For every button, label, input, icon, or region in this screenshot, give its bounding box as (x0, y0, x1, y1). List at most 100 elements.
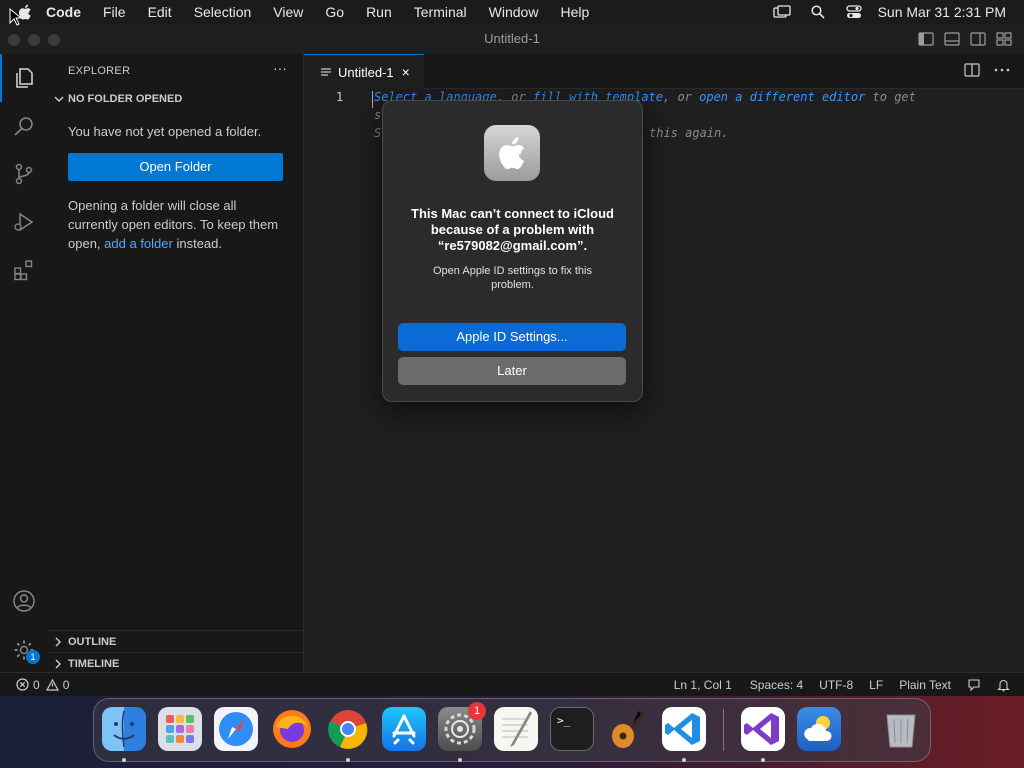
chevron-right-icon (55, 637, 61, 647)
source-control-icon[interactable] (12, 162, 36, 186)
split-editor-icon[interactable] (964, 63, 980, 77)
cursor-position[interactable]: Ln 1, Col 1 (674, 678, 732, 692)
info-text-end: instead. (176, 236, 223, 251)
timeline-label: TIMELINE (68, 658, 120, 670)
chevron-right-icon (55, 659, 61, 669)
system-settings-running-dot (458, 758, 462, 762)
editor-tab-bar: Untitled-1 × (304, 54, 1024, 89)
textedit-icon[interactable] (494, 707, 538, 751)
hint-separator-2: , or (663, 90, 700, 104)
system-settings-badge: 1 (468, 702, 486, 720)
activity-bar: 1 (0, 54, 48, 676)
mouse-pointer-icon (9, 8, 21, 26)
visual-studio-icon[interactable] (741, 707, 785, 751)
open-different-editor-link[interactable]: open a different editor (699, 90, 865, 104)
spotlight-search-icon[interactable] (808, 4, 828, 20)
language-mode[interactable]: Plain Text (899, 678, 951, 692)
garageband-icon[interactable] (606, 707, 650, 751)
notifications-bell-icon[interactable] (997, 678, 1010, 692)
line-number: 1 (336, 90, 344, 104)
menu-go[interactable]: Go (325, 4, 344, 20)
control-center-icon[interactable] (844, 4, 864, 20)
error-icon (16, 678, 29, 691)
tab-label: Untitled-1 (338, 64, 394, 80)
finder-running-dot (122, 758, 126, 762)
trash-icon[interactable] (879, 707, 923, 751)
finder-icon[interactable] (102, 707, 146, 751)
app-store-icon[interactable] (382, 707, 426, 751)
vscode-icon[interactable] (662, 707, 706, 751)
open-folder-button[interactable]: Open Folder (68, 153, 283, 181)
menu-run[interactable]: Run (366, 4, 392, 20)
encoding[interactable]: UTF-8 (819, 678, 853, 692)
vscode-running-dot (682, 758, 686, 762)
toggle-primary-sidebar-icon[interactable] (918, 32, 934, 46)
text-cursor (372, 91, 373, 108)
macos-menu-bar: Code File Edit Selection View Go Run Ter… (0, 0, 1024, 24)
toggle-panel-icon[interactable] (944, 32, 960, 46)
status-bar: 0 0 Ln 1, Col 1 Spaces: 4 UTF-8 LF Plain… (0, 672, 1024, 696)
extensions-icon[interactable] (12, 258, 36, 282)
dock: 1 >_ (93, 698, 931, 762)
weather-icon[interactable] (797, 707, 841, 751)
menu-view[interactable]: View (273, 4, 303, 20)
menu-terminal[interactable]: Terminal (414, 4, 467, 20)
visual-studio-running-dot (761, 758, 765, 762)
warning-icon (45, 678, 59, 691)
icloud-alert-dialog: This Mac can’t connect to iCloud because… (382, 100, 643, 402)
error-count: 0 (33, 677, 40, 692)
info-text-start: Opening a folder will close all currentl… (68, 198, 279, 251)
add-folder-link[interactable]: add a folder (104, 236, 173, 251)
editor-hint-line-3-start: S (374, 126, 382, 140)
toggle-secondary-sidebar-icon[interactable] (970, 32, 986, 46)
warning-count: 0 (62, 677, 70, 692)
problems-status[interactable]: 0 0 (16, 678, 69, 692)
menu-help[interactable]: Help (560, 4, 589, 20)
chevron-down-icon (54, 96, 64, 102)
accounts-icon[interactable] (12, 589, 36, 613)
window-title: Untitled-1 (484, 31, 540, 46)
safari-icon[interactable] (214, 707, 258, 751)
more-actions-icon[interactable] (994, 68, 1010, 72)
menu-file[interactable]: File (103, 4, 126, 20)
dialog-title: This Mac can’t connect to iCloud because… (411, 206, 614, 253)
apple-id-settings-button[interactable]: Apple ID Settings... (398, 323, 626, 351)
outline-section-header[interactable]: OUTLINE (48, 630, 303, 653)
terminal-icon[interactable]: >_ (550, 707, 594, 751)
screen-mirroring-icon[interactable] (772, 4, 792, 20)
sidebar-title: EXPLORER (68, 65, 131, 77)
launchpad-icon[interactable] (158, 707, 202, 751)
no-folder-section-header[interactable]: NO FOLDER OPENED (54, 93, 182, 105)
settings-update-badge: 1 (26, 650, 40, 664)
editor-hint-line-3-end: this again. (649, 126, 729, 140)
search-icon[interactable] (12, 114, 36, 138)
chrome-running-dot (346, 758, 350, 762)
later-button[interactable]: Later (398, 357, 626, 385)
run-and-debug-icon[interactable] (12, 210, 36, 234)
chrome-icon[interactable] (326, 707, 370, 751)
menu-edit[interactable]: Edit (148, 4, 172, 20)
firefox-icon[interactable] (270, 707, 314, 751)
apple-logo-icon (484, 125, 540, 181)
feedback-icon[interactable] (967, 678, 981, 692)
explorer-sidebar: EXPLORER ··· NO FOLDER OPENED You have n… (48, 54, 304, 676)
active-indicator (0, 54, 2, 102)
tab-close-icon[interactable]: × (402, 64, 410, 80)
title-bar: Untitled-1 (0, 24, 1024, 54)
explorer-icon[interactable] (12, 66, 36, 90)
indentation[interactable]: Spaces: 4 (750, 678, 803, 692)
customize-layout-icon[interactable] (996, 32, 1012, 46)
end-of-line[interactable]: LF (869, 678, 883, 692)
open-folder-info: Opening a folder will close all currentl… (68, 196, 283, 253)
terminal-prompt: >_ (557, 714, 571, 727)
plain-text-file-icon (321, 68, 331, 76)
menu-selection[interactable]: Selection (194, 4, 252, 20)
tab-untitled-1[interactable]: Untitled-1 × (304, 54, 424, 89)
menu-window[interactable]: Window (489, 4, 539, 20)
more-actions-button[interactable]: ··· (273, 60, 287, 76)
editor-hint-line-2: s (374, 108, 382, 122)
dialog-message: Open Apple ID settings to fix this probl… (433, 265, 592, 291)
menu-bar-clock[interactable]: Sun Mar 31 2:31 PM (878, 4, 1006, 20)
no-folder-message: You have not yet opened a folder. (68, 124, 262, 139)
menu-app-name[interactable]: Code (46, 4, 81, 20)
